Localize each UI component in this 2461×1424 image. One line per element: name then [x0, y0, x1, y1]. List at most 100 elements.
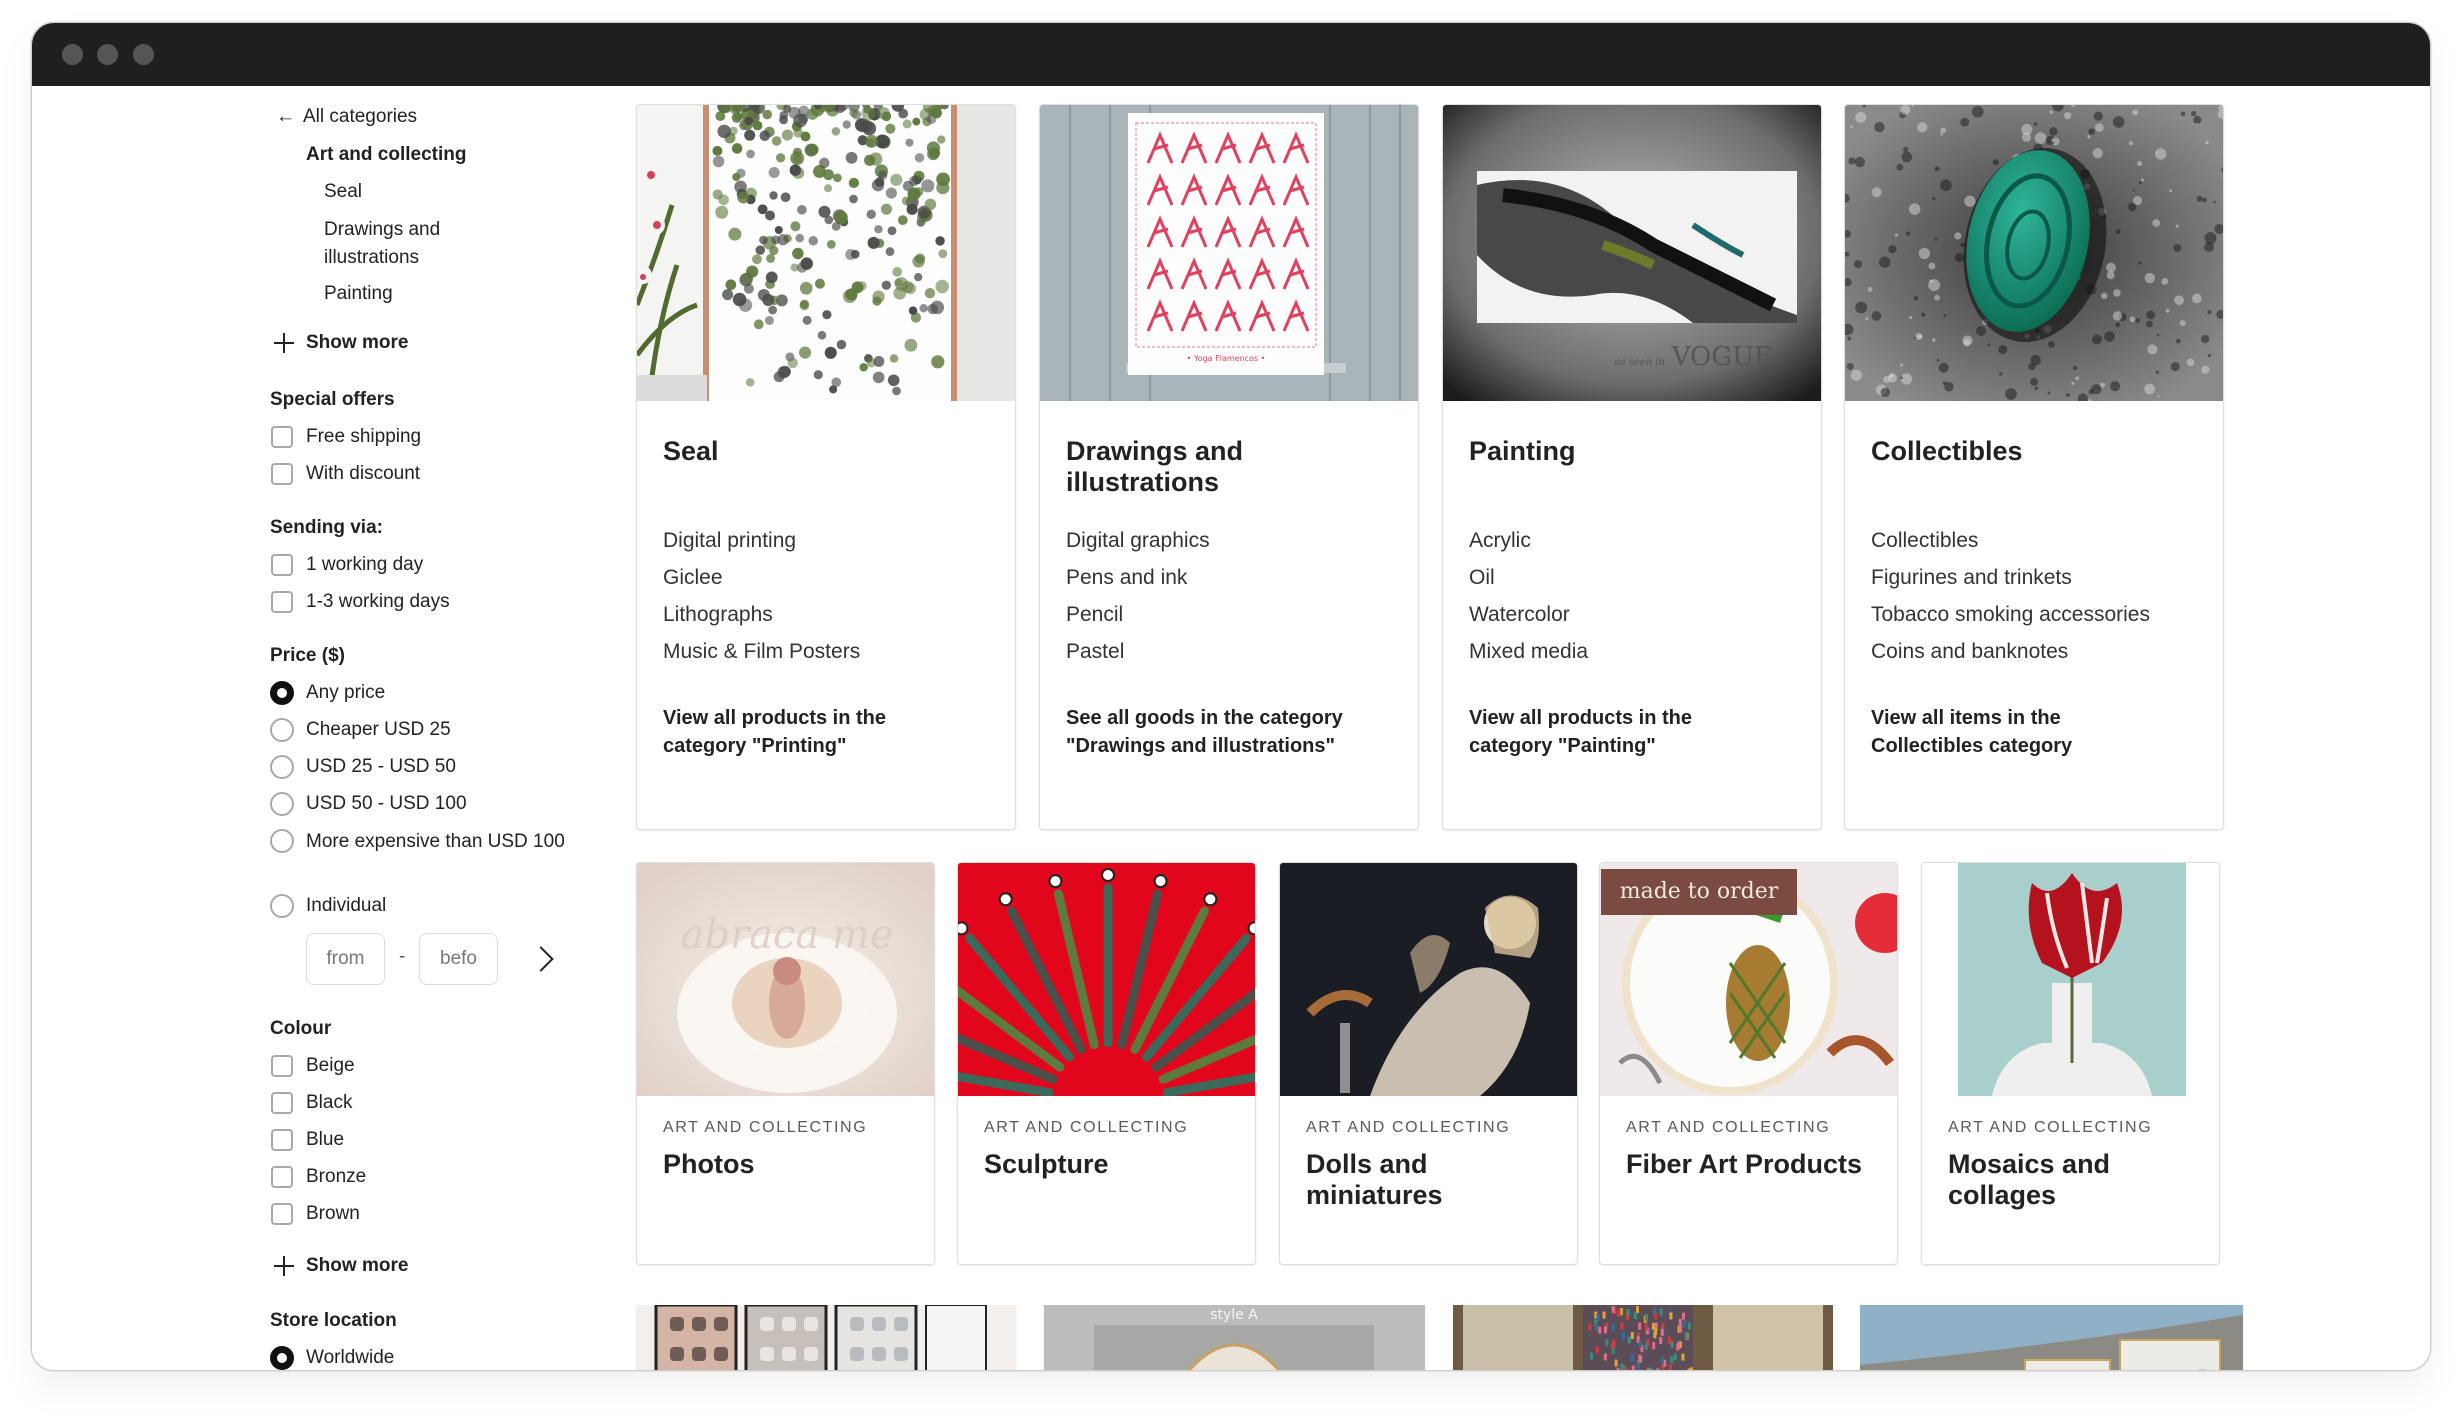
subcategory-link[interactable]: Digital printing	[663, 522, 860, 559]
sidebar-item-seal[interactable]: Seal	[324, 179, 362, 205]
subcategory-image	[1922, 863, 2219, 1096]
checkbox[interactable]	[271, 1166, 293, 1188]
category-card-seal[interactable]: Seal Digital printing Giclee Lithographs…	[636, 104, 1016, 830]
hanging-plant-print-image	[637, 105, 1015, 401]
card-title: Collectibles	[1871, 436, 2023, 466]
option-label: Black	[306, 1092, 353, 1113]
subcategory-link[interactable]: Digital graphics	[1066, 522, 1210, 559]
subcategory-image: abraca me	[637, 863, 934, 1096]
category-label: ART AND COLLECTING	[1306, 1119, 1511, 1136]
page-content: ← All categories Art and collecting Seal…	[32, 86, 2430, 1370]
category-card-collectibles[interactable]: Collectibles Collectibles Figurines and …	[1844, 104, 2224, 830]
yoga-poses-poster-image: • Yoga Flamencos •	[1040, 105, 1418, 401]
option-label: More expensive than USD 100	[306, 831, 565, 852]
subcategory-link[interactable]: Coins and banknotes	[1871, 633, 2150, 670]
checkbox[interactable]	[271, 1055, 293, 1077]
show-more-label: Show more	[306, 1255, 409, 1276]
checkbox[interactable]	[271, 591, 293, 613]
option-label: Bronze	[306, 1166, 367, 1187]
radio-button[interactable]	[270, 1346, 294, 1370]
option-label: Individual	[306, 895, 387, 916]
close-window-button[interactable]	[62, 44, 83, 65]
browser-window: ← All categories Art and collecting Seal…	[32, 23, 2430, 1370]
option-label: With discount	[306, 463, 421, 484]
view-all-link[interactable]: View all products in the category "Print…	[663, 704, 953, 760]
newborn-flower-image: abraca me	[637, 863, 934, 1096]
subcategory-link[interactable]: Giclee	[663, 559, 860, 596]
apply-price-button[interactable]	[528, 946, 554, 972]
minimize-window-button[interactable]	[97, 44, 118, 65]
show-more-label: Show more	[306, 332, 409, 353]
svg-text:abraca me: abraca me	[681, 912, 894, 958]
subcategory-card-mosaics[interactable]: ART AND COLLECTING Mosaics and collages	[1921, 862, 2220, 1265]
sidebar-item-drawings[interactable]: Drawings and illustrations	[324, 216, 474, 272]
abstract-painting-image: VOGUE as seen in	[1443, 105, 1821, 401]
subcategory-list: Digital printing Giclee Lithographs Musi…	[663, 522, 860, 670]
plus-icon	[274, 333, 294, 353]
more-card-4[interactable]	[1860, 1305, 2243, 1370]
subcategory-link[interactable]: Watercolor	[1469, 596, 1588, 633]
subcategory-link[interactable]: Pencil	[1066, 596, 1210, 633]
made-to-order-badge: made to order	[1601, 869, 1797, 915]
radio-button[interactable]	[270, 894, 294, 918]
maximize-window-button[interactable]	[133, 44, 154, 65]
plus-icon	[274, 1256, 294, 1276]
option-label: Any price	[306, 682, 386, 703]
checkbox[interactable]	[271, 1203, 293, 1225]
title-bar	[32, 23, 2430, 86]
checkbox[interactable]	[271, 463, 293, 485]
view-all-link[interactable]: View all items in the Collectibles categ…	[1871, 704, 2131, 760]
checkbox[interactable]	[271, 554, 293, 576]
subcategory-link[interactable]: Mixed media	[1469, 633, 1588, 670]
view-all-link[interactable]: See all goods in the category "Drawings …	[1066, 704, 1386, 760]
card-title: Mosaics and collages	[1948, 1149, 2111, 1210]
subcategory-card-fiber-art[interactable]: made to order ART AND COLLECTING Fiber A…	[1599, 862, 1898, 1265]
option-label: Beige	[306, 1055, 355, 1076]
price-range-separator: -	[399, 946, 406, 967]
more-card-1[interactable]	[636, 1305, 1016, 1370]
store-location-heading: Store location	[270, 1310, 397, 1331]
subcategory-image	[958, 863, 1255, 1096]
category-card-painting[interactable]: VOGUE as seen in Painting Acrylic Oil Wa…	[1442, 104, 1822, 830]
subcategory-link[interactable]: Lithographs	[663, 596, 860, 633]
subcategory-link[interactable]: Pens and ink	[1066, 559, 1210, 596]
subcategory-image: made to order	[1600, 863, 1897, 1096]
card-title: Painting	[1469, 436, 1576, 466]
price-from-input[interactable]	[306, 933, 385, 985]
subcategory-link[interactable]: Tobacco smoking accessories	[1871, 596, 2150, 633]
phone-prints-image	[636, 1305, 1016, 1370]
svg-text:VOGUE: VOGUE	[1671, 342, 1773, 372]
subcategory-card-sculpture[interactable]: ART AND COLLECTING Sculpture	[957, 862, 1256, 1265]
subcategory-link[interactable]: Pastel	[1066, 633, 1210, 670]
sidebar-item-painting[interactable]: Painting	[324, 281, 393, 307]
category-card-drawings[interactable]: • Yoga Flamencos • Drawings and illustra…	[1039, 104, 1419, 830]
subcategory-card-dolls[interactable]: ART AND COLLECTING Dolls and miniatures	[1279, 862, 1578, 1265]
subcategory-link[interactable]: Music & Film Posters	[663, 633, 860, 670]
landscape-triptych-image	[1860, 1305, 2243, 1370]
checkbox[interactable]	[271, 1092, 293, 1114]
art-doll-image	[1280, 863, 1577, 1096]
radio-button[interactable]	[270, 681, 294, 705]
more-card-2[interactable]: style A	[1044, 1305, 1425, 1370]
card-title: Sculpture	[984, 1149, 1109, 1179]
subcategory-card-photos[interactable]: abraca me ART AND COLLECTING Photos	[636, 862, 935, 1265]
checkbox[interactable]	[271, 426, 293, 448]
radio-button[interactable]	[270, 792, 294, 816]
price-to-input[interactable]	[419, 933, 498, 985]
card-title: Seal	[663, 436, 719, 466]
more-card-3[interactable]	[1453, 1305, 1833, 1370]
subcategory-link[interactable]: Oil	[1469, 559, 1588, 596]
view-all-link[interactable]: View all products in the category "Paint…	[1469, 704, 1759, 760]
card-title: Drawings and illustrations	[1066, 436, 1244, 497]
option-label: Cheaper USD 25	[306, 719, 451, 740]
radio-button[interactable]	[270, 718, 294, 742]
radio-button[interactable]	[270, 829, 294, 853]
option-label: Brown	[306, 1203, 360, 1224]
subcategory-list: Acrylic Oil Watercolor Mixed media	[1469, 522, 1588, 670]
subcategory-link[interactable]: Acrylic	[1469, 522, 1588, 559]
radio-button[interactable]	[270, 755, 294, 779]
checkbox[interactable]	[271, 1129, 293, 1151]
subcategory-link[interactable]: Collectibles	[1871, 522, 2150, 559]
subcategory-link[interactable]: Figurines and trinkets	[1871, 559, 2150, 596]
svg-text:as seen in: as seen in	[1615, 357, 1666, 368]
